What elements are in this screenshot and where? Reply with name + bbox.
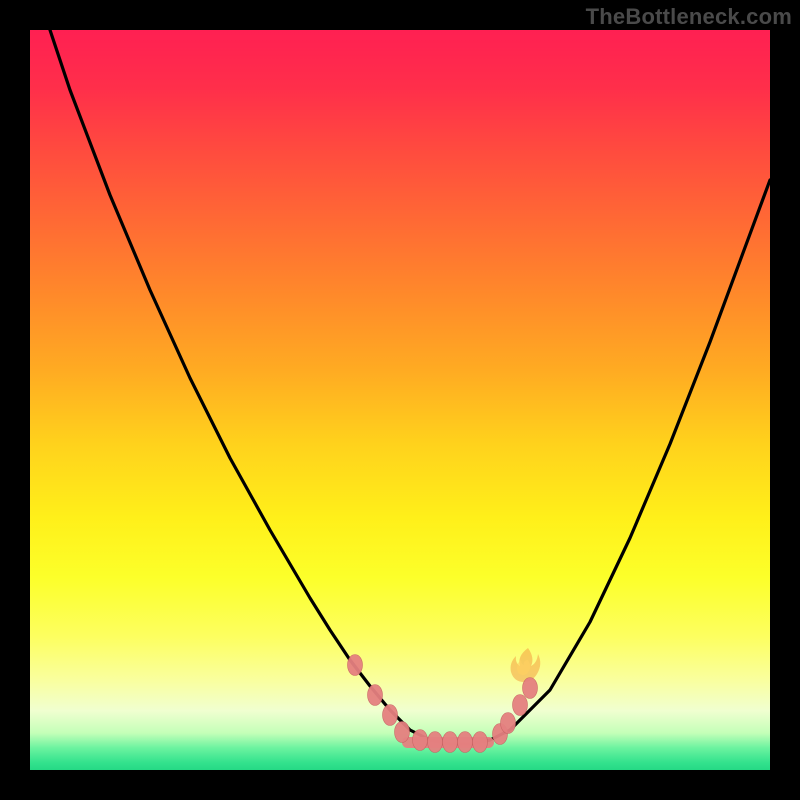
chart-svg: [30, 30, 770, 770]
chart-frame: TheBottleneck.com: [0, 0, 800, 800]
marker-point: [368, 685, 383, 706]
plot-area: [30, 30, 770, 770]
marker-point: [395, 722, 410, 743]
marker-point: [428, 732, 443, 753]
watermark-text: TheBottleneck.com: [586, 4, 792, 30]
marker-point: [348, 655, 363, 676]
marker-point: [501, 713, 516, 734]
marker-point: [458, 732, 473, 753]
marker-point: [523, 678, 538, 699]
marker-point: [443, 732, 458, 753]
marker-point: [413, 730, 428, 751]
marker-point: [473, 732, 488, 753]
flame-icon: [511, 648, 541, 682]
marker-group: [348, 655, 538, 753]
marker-point: [383, 705, 398, 726]
marker-point: [513, 695, 528, 716]
bottleneck-curve: [30, 30, 770, 744]
